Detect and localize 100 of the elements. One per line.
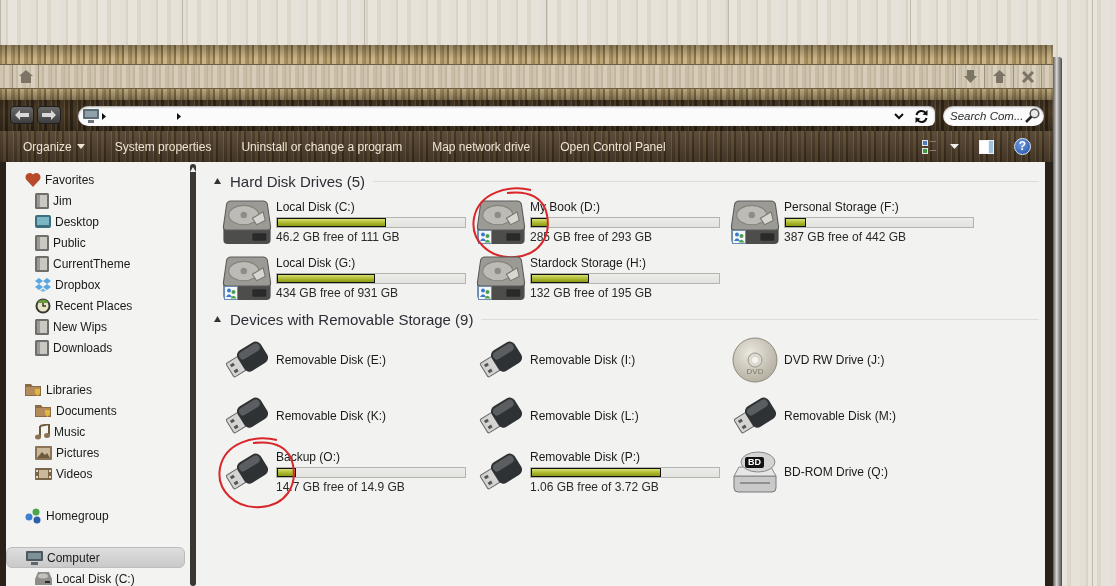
disc-label: BD (745, 457, 764, 468)
search-field[interactable]: Search Com... (943, 106, 1044, 126)
toolbar-command[interactable]: Map network drive (417, 135, 546, 158)
search-icon[interactable] (1025, 108, 1040, 123)
drive-name[interactable]: Removable Disk (E:) (276, 352, 387, 368)
arrow-left-icon (15, 110, 29, 120)
hard-drive-icon[interactable] (476, 200, 526, 244)
drive-icon (35, 572, 52, 585)
sidebar-item[interactable]: Local Disk (C:) (6, 568, 185, 586)
sidebar-item[interactable]: Favorites (6, 169, 185, 190)
sidebar-item[interactable]: CurrentTheme (6, 253, 185, 274)
scrollbar[interactable] (190, 164, 196, 586)
arrow-up-icon (992, 70, 1006, 83)
sidebar-item[interactable]: New Wips (6, 316, 185, 337)
usb-stick-icon[interactable] (477, 339, 525, 381)
sidebar-item[interactable]: Homegroup (6, 505, 185, 526)
toolbar-command[interactable]: System properties (99, 135, 227, 158)
forward-button[interactable] (37, 106, 61, 124)
hard-drive-icon[interactable] (222, 256, 272, 300)
folder-icon (35, 192, 49, 209)
usb-stick-icon[interactable] (477, 395, 525, 437)
section-title: Devices with Removable Storage (9) (230, 310, 474, 328)
arrow-down-icon (963, 70, 977, 83)
view-tiles-icon[interactable] (922, 139, 936, 154)
home-icon (18, 70, 33, 83)
free-space-text: 132 GB free of 195 GB (530, 285, 653, 301)
folder-icon (35, 255, 49, 272)
sidebar-item[interactable]: Recent Places (6, 295, 185, 316)
sidebar-item[interactable]: Pictures (6, 442, 185, 463)
collapse-arrow-icon[interactable] (214, 178, 221, 184)
free-space-text: 387 GB free of 442 GB (784, 229, 907, 245)
drive-name[interactable]: BD-ROM Drive (Q:) (784, 464, 888, 480)
drive-name[interactable]: Stardock Storage (H:) (530, 255, 647, 271)
arrow-right-icon (42, 110, 56, 120)
hard-drive-icon[interactable] (476, 256, 526, 300)
toolbar-command[interactable]: Open Control Panel (545, 135, 681, 158)
home-button[interactable] (12, 65, 39, 88)
film-icon (35, 466, 52, 481)
sidebar-item[interactable]: Music (6, 421, 185, 442)
minimize-button[interactable] (955, 65, 984, 88)
chevron-down-icon[interactable] (894, 112, 904, 120)
sidebar-item[interactable]: Public (6, 232, 185, 253)
sidebar-item[interactable]: Videos (6, 463, 185, 484)
sidebar-item[interactable]: Dropbox (6, 274, 185, 295)
monitor-icon (26, 550, 43, 565)
usb-stick-icon[interactable] (223, 395, 271, 437)
clock-icon (35, 297, 51, 314)
open-box-icon (35, 277, 51, 292)
drive-name[interactable]: Removable Disk (K:) (276, 408, 387, 424)
folder-icon (35, 339, 49, 356)
toolbar-command[interactable]: Uninstall or change a program (226, 135, 418, 158)
drive-name[interactable]: Removable Disk (L:) (530, 408, 639, 424)
sidebar-item[interactable]: Downloads (6, 337, 185, 358)
hard-drive-icon[interactable] (730, 200, 780, 244)
drive-name[interactable]: DVD RW Drive (J:) (784, 352, 885, 368)
sidebar-item[interactable]: Computer (6, 547, 185, 568)
caret-down-icon[interactable] (950, 144, 959, 149)
heart-icon (25, 172, 41, 187)
network-icon (25, 507, 42, 524)
monitor-icon (83, 109, 99, 123)
free-space-text: 434 GB free of 931 GB (276, 285, 399, 301)
close-button[interactable] (1013, 65, 1042, 88)
caret-down-icon (76, 144, 85, 149)
sidebar-item[interactable]: Documents (6, 400, 185, 421)
preview-pane-icon[interactable] (979, 139, 994, 154)
sidebar-item[interactable]: Libraries (6, 379, 185, 400)
music-note-icon (35, 423, 50, 440)
folder-icon (35, 318, 49, 335)
disc-icon[interactable] (732, 337, 778, 383)
organize-menu[interactable]: Organize (8, 135, 100, 158)
drive-name[interactable]: Removable Disk (M:) (784, 408, 897, 424)
collapse-arrow-icon[interactable] (214, 316, 221, 322)
sidebar-item[interactable]: Desktop (6, 211, 185, 232)
picture-icon (35, 445, 52, 460)
usb-stick-icon[interactable] (731, 395, 779, 437)
sidebar-item[interactable]: Jim (6, 190, 185, 211)
drive-name[interactable]: Local Disk (C:) (276, 199, 355, 215)
desktop-icon (35, 215, 51, 228)
close-icon (1021, 70, 1034, 83)
disc-drive-icon[interactable] (732, 450, 778, 494)
usb-stick-icon[interactable] (477, 451, 525, 493)
section-title: Hard Disk Drives (5) (230, 172, 365, 190)
hard-drive-icon[interactable] (222, 200, 272, 244)
folder-icon (35, 403, 52, 418)
usb-stick-icon[interactable] (223, 451, 271, 493)
refresh-icon[interactable] (914, 108, 929, 124)
maximize-button[interactable] (984, 65, 1013, 88)
scroll-up-icon[interactable] (190, 167, 196, 172)
help-button[interactable]: ? (1014, 138, 1031, 155)
drive-name[interactable]: Personal Storage (F:) (784, 199, 899, 215)
drive-name[interactable]: Removable Disk (I:) (530, 352, 636, 368)
free-space-text: 1.06 GB free of 3.72 GB (530, 479, 659, 495)
drive-name[interactable]: Removable Disk (P:) (530, 449, 641, 465)
breadcrumb-arrow-icon (102, 112, 106, 120)
drive-name[interactable]: Local Disk (G:) (276, 255, 356, 271)
disc-label: DVD (745, 367, 765, 376)
usb-stick-icon[interactable] (223, 339, 271, 381)
free-space-text: 46.2 GB free of 111 GB (276, 229, 400, 245)
breadcrumb-arrow-icon (177, 112, 181, 120)
back-button[interactable] (10, 106, 34, 124)
